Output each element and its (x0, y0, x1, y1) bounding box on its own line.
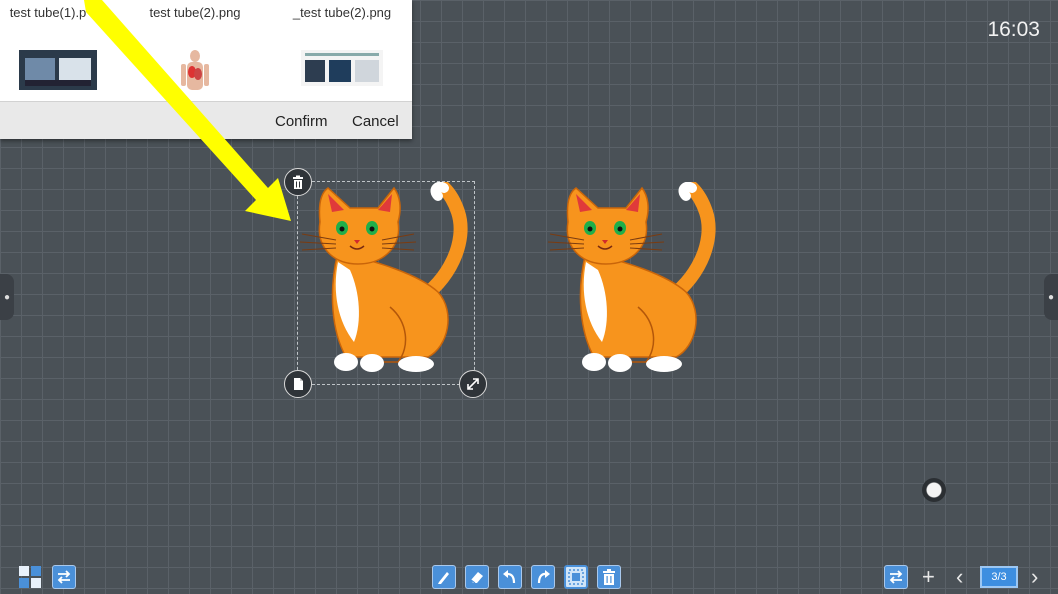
next-page-button[interactable]: › (1031, 563, 1038, 591)
undo-button[interactable] (498, 565, 522, 589)
trash-icon (293, 175, 303, 189)
resize-selection-button[interactable] (459, 370, 487, 398)
file-thumbnail (181, 50, 209, 90)
clock: 16:03 (987, 18, 1040, 41)
file-item[interactable]: test tube(2).png (135, 0, 255, 95)
cat-image[interactable] (546, 182, 721, 382)
file-item[interactable]: _test tube(2).png (282, 0, 402, 91)
switch-button-left[interactable] (52, 565, 76, 589)
select-tool-button[interactable] (564, 565, 588, 589)
prev-page-icon: ‹ (956, 564, 964, 589)
undo-icon (503, 570, 516, 584)
add-page-icon: + (922, 564, 935, 589)
cat-image-selected[interactable] (298, 182, 473, 382)
right-side-handle[interactable]: ● (1044, 274, 1058, 320)
document-icon (294, 378, 303, 390)
page-indicator[interactable]: 3/3 (980, 566, 1018, 588)
switch-icon (57, 570, 71, 584)
file-thumbnail (19, 50, 97, 90)
switch-icon (889, 570, 903, 584)
file-picker-dialog: test tube(1).p test tube(2).png _test tu… (0, 0, 412, 139)
prev-page-button[interactable]: ‹ (956, 563, 963, 591)
floating-menu-button[interactable] (922, 478, 946, 502)
file-list: test tube(1).p test tube(2).png _test tu… (0, 0, 412, 101)
redo-icon (537, 570, 550, 584)
file-name: test tube(1).p (9, 5, 87, 20)
eraser-tool-button[interactable] (465, 565, 489, 589)
file-name: test tube(2).png (149, 5, 241, 20)
clear-button[interactable] (597, 565, 621, 589)
eraser-icon (470, 572, 483, 584)
handle-dot-icon: ● (1047, 291, 1055, 303)
grid-view-button[interactable] (18, 565, 42, 589)
left-side-handle[interactable]: ● (0, 274, 14, 320)
handle-dot-icon: ● (3, 291, 11, 303)
delete-selection-button[interactable] (284, 168, 312, 196)
select-icon (568, 569, 584, 585)
copy-selection-button[interactable] (284, 370, 312, 398)
next-page-icon: › (1031, 564, 1039, 589)
pen-tool-button[interactable] (432, 565, 456, 589)
add-page-button[interactable]: + (922, 563, 935, 591)
cancel-button[interactable]: Cancel (352, 113, 399, 130)
file-thumbnail (301, 50, 383, 86)
dialog-footer: Confirm Cancel (0, 101, 412, 139)
confirm-button[interactable]: Confirm (275, 113, 328, 130)
trash-icon (603, 569, 615, 585)
redo-button[interactable] (531, 565, 555, 589)
grid-icon (19, 566, 41, 588)
pen-icon (438, 572, 449, 584)
file-name: _test tube(2).png (292, 5, 392, 20)
switch-button-right[interactable] (884, 565, 908, 589)
file-item[interactable]: test tube(1).p (0, 0, 108, 95)
resize-icon (467, 378, 479, 390)
